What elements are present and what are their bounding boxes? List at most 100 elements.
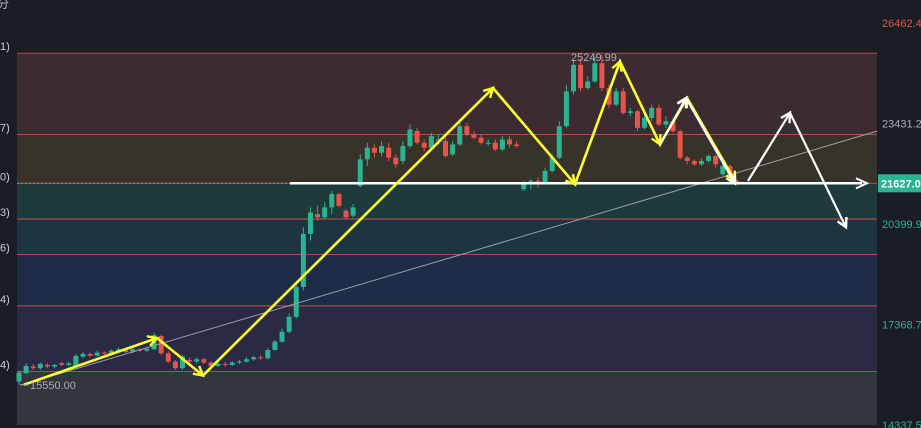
candle-body xyxy=(66,363,72,365)
candle-body xyxy=(556,126,562,158)
fib-band xyxy=(17,371,877,425)
fib-band xyxy=(17,53,877,135)
y-tick-label: 20399.9 xyxy=(882,219,921,231)
candle-body xyxy=(414,131,420,143)
candle-body xyxy=(478,137,484,143)
candle xyxy=(677,129,683,160)
candle-body xyxy=(371,147,377,153)
candle-body xyxy=(684,157,690,161)
candle-body xyxy=(578,64,584,89)
low-price-annotation: 15550.00 xyxy=(30,380,76,392)
candle-body xyxy=(521,184,527,190)
candle-body xyxy=(23,365,29,374)
candle-body xyxy=(364,147,370,160)
candle-body xyxy=(265,349,271,359)
candle-body xyxy=(713,156,719,165)
candle-body xyxy=(307,212,313,234)
candle-body xyxy=(400,146,406,161)
fib-band xyxy=(17,254,877,306)
candle-body xyxy=(627,111,633,113)
y-tick-label: 23431.2 xyxy=(882,118,921,130)
candle-body xyxy=(222,363,228,365)
candle-body xyxy=(144,348,150,351)
level-label: 6) xyxy=(0,242,10,254)
candle-body xyxy=(585,81,591,89)
price-chart: 25249.99 15550.00 1) 7) 0) 3) 6) 4) 4) 26462.4 234… xyxy=(0,0,921,428)
candle-body xyxy=(59,363,65,365)
candle-body xyxy=(464,126,470,135)
candle-body xyxy=(251,357,257,360)
candle-body xyxy=(642,117,648,128)
candle-body xyxy=(620,91,626,113)
candle-body xyxy=(571,64,576,92)
candle-body xyxy=(421,142,427,148)
level-label: 7) xyxy=(0,122,10,134)
candle-body xyxy=(634,111,640,128)
candle-body xyxy=(563,91,569,127)
candle-body xyxy=(706,156,712,161)
candle-body xyxy=(599,63,605,89)
level-label: 4) xyxy=(0,294,10,306)
candle-body xyxy=(649,107,655,118)
candle-body xyxy=(187,359,193,362)
candle-body xyxy=(393,157,399,165)
candle-body xyxy=(279,331,285,342)
candle-body xyxy=(656,107,662,125)
candle-body xyxy=(542,170,548,183)
candle-body xyxy=(343,210,349,218)
candle xyxy=(300,227,306,291)
candle-body xyxy=(286,316,292,332)
candle-body xyxy=(492,142,498,150)
candle-body xyxy=(698,160,704,165)
y-tick-label: 14337.5 xyxy=(882,420,921,428)
candle-body xyxy=(336,194,342,206)
candle-body xyxy=(194,359,200,362)
level-label: 1) xyxy=(0,41,10,53)
candle xyxy=(556,121,562,160)
candle-body xyxy=(229,362,235,365)
candle-body xyxy=(243,359,249,362)
candle-body xyxy=(329,194,335,208)
candle-body xyxy=(172,361,178,369)
candle-body xyxy=(315,214,321,218)
candle-body xyxy=(407,129,413,147)
candle-body xyxy=(386,147,392,158)
fib-band xyxy=(17,305,877,372)
candle-body xyxy=(16,372,22,382)
candle-body xyxy=(87,353,93,356)
fib-band xyxy=(17,183,877,220)
candle xyxy=(571,59,576,95)
candle-body xyxy=(357,159,363,186)
candle-body xyxy=(236,361,242,363)
candle-body xyxy=(201,359,207,363)
candle-body xyxy=(485,142,491,144)
level-label: 0) xyxy=(0,171,10,183)
candle-body xyxy=(613,91,619,105)
candle xyxy=(620,88,626,115)
y-tick-label: 26462.4 xyxy=(882,18,921,30)
candle-body xyxy=(215,363,221,366)
level-label: 4) xyxy=(0,360,10,372)
candle-body xyxy=(499,139,505,150)
candle-body xyxy=(514,144,520,147)
candle-body xyxy=(691,160,697,165)
candle-body xyxy=(101,352,107,354)
candle-body xyxy=(592,63,598,82)
candle-body xyxy=(507,139,513,145)
candle-body xyxy=(94,352,100,356)
fib-band xyxy=(17,219,877,255)
y-tick-label: 17368.7 xyxy=(882,320,921,332)
candle-body xyxy=(677,131,683,158)
current-price-label: 21627.0 xyxy=(881,178,921,190)
candle-body xyxy=(457,126,463,145)
candle xyxy=(336,192,342,208)
high-price-annotation: 25249.99 xyxy=(571,52,617,64)
candle-body xyxy=(471,134,477,138)
candle-body xyxy=(443,141,449,157)
candle-body xyxy=(272,341,278,350)
candle xyxy=(158,334,164,355)
candle-body xyxy=(52,364,58,367)
candle-body xyxy=(450,144,456,155)
top-area xyxy=(17,0,877,54)
candle-body xyxy=(44,364,50,367)
